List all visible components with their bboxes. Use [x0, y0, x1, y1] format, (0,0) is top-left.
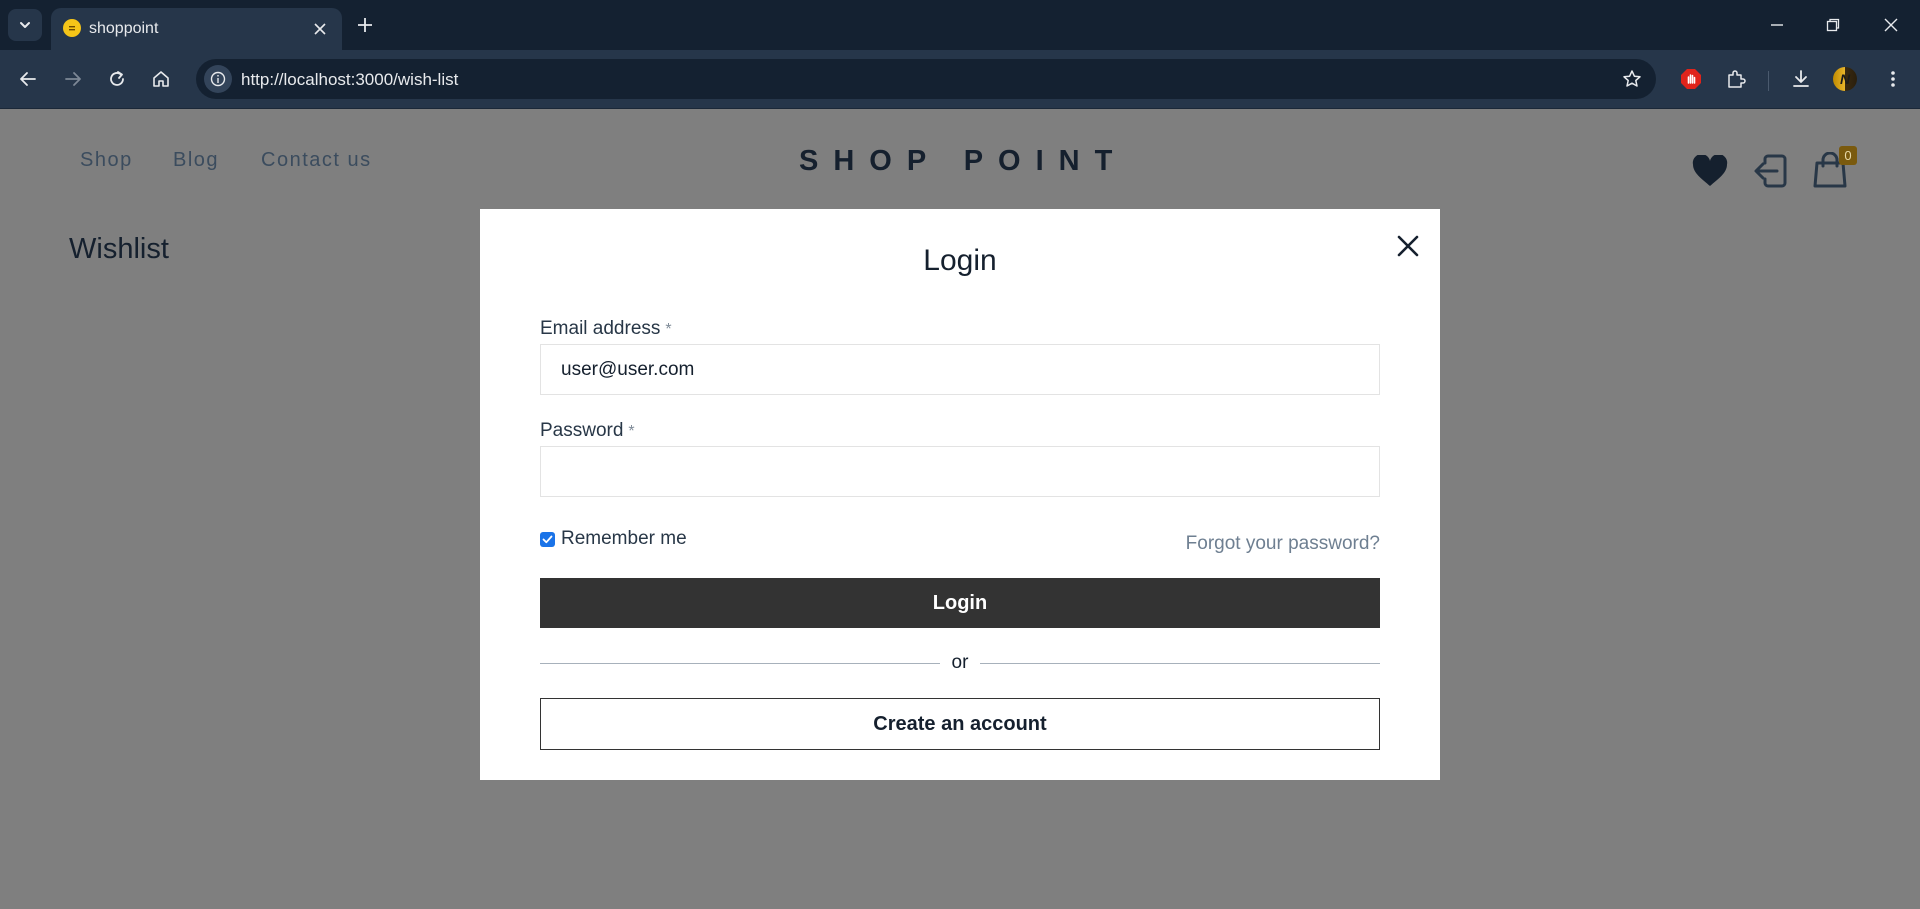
- email-label: Email address *: [540, 318, 672, 340]
- reload-icon[interactable]: [102, 64, 132, 94]
- login-icon[interactable]: [1750, 151, 1790, 191]
- login-modal: Login Email address* Password* Remember …: [480, 209, 1440, 780]
- password-label-text: Password: [540, 420, 624, 441]
- adblock-extension-icon[interactable]: [1676, 64, 1706, 94]
- address-bar[interactable]: http://localhost:3000/wish-list: [196, 59, 1656, 99]
- browser-tab-bar: shoppoint: [0, 0, 1920, 50]
- extensions-icon[interactable]: [1721, 64, 1751, 94]
- remember-me[interactable]: Remember me: [540, 528, 687, 550]
- browser-tab[interactable]: shoppoint: [51, 8, 342, 50]
- home-icon[interactable]: [146, 64, 176, 94]
- nav-shop[interactable]: Shop: [80, 149, 133, 172]
- or-divider: or: [540, 651, 1380, 675]
- nav-blog[interactable]: Blog: [173, 149, 219, 172]
- required-marker: *: [628, 423, 635, 440]
- new-tab-icon[interactable]: [352, 12, 378, 38]
- close-window-icon[interactable]: [1876, 10, 1906, 40]
- site-info-icon[interactable]: [204, 65, 232, 93]
- heart-icon[interactable]: [1690, 152, 1730, 190]
- menu-icon[interactable]: [1878, 64, 1908, 94]
- forward-icon[interactable]: [58, 64, 88, 94]
- nav-contact[interactable]: Contact us: [261, 149, 372, 172]
- password-label: Password *: [540, 420, 635, 442]
- browser-toolbar: http://localhost:3000/wish-list N: [0, 50, 1920, 109]
- email-label-text: Email address: [540, 318, 661, 339]
- url-text: http://localhost:3000/wish-list: [241, 70, 459, 89]
- page-title: Wishlist: [69, 233, 169, 265]
- back-icon[interactable]: [13, 64, 43, 94]
- create-account-button[interactable]: Create an account: [540, 698, 1380, 750]
- remember-checkbox[interactable]: [540, 531, 555, 547]
- divider-text: or: [951, 652, 969, 673]
- modal-title: Login: [923, 244, 997, 277]
- restore-icon[interactable]: [1818, 10, 1848, 40]
- tab-search-button[interactable]: [8, 9, 42, 41]
- password-field[interactable]: [540, 446, 1380, 497]
- email-field[interactable]: [540, 344, 1380, 395]
- required-marker: *: [665, 321, 672, 338]
- profile-avatar[interactable]: N: [1833, 67, 1857, 91]
- tab-title: shoppoint: [89, 20, 159, 37]
- brand-logo[interactable]: SHOP POINT: [799, 145, 1127, 178]
- login-button[interactable]: Login: [540, 578, 1380, 628]
- minimize-icon[interactable]: [1762, 10, 1792, 40]
- checkmark-icon: [542, 535, 553, 543]
- cart-count-badge: 0: [1839, 146, 1857, 165]
- bookmark-star-icon[interactable]: [1620, 67, 1644, 91]
- forgot-password-link[interactable]: Forgot your password?: [1186, 533, 1380, 555]
- close-tab-icon[interactable]: [310, 19, 330, 39]
- chevron-down-icon: [20, 22, 30, 28]
- downloads-icon[interactable]: [1786, 64, 1816, 94]
- toolbar-separator: [1768, 71, 1769, 91]
- remember-label: Remember me: [561, 528, 687, 549]
- favicon: [63, 19, 81, 37]
